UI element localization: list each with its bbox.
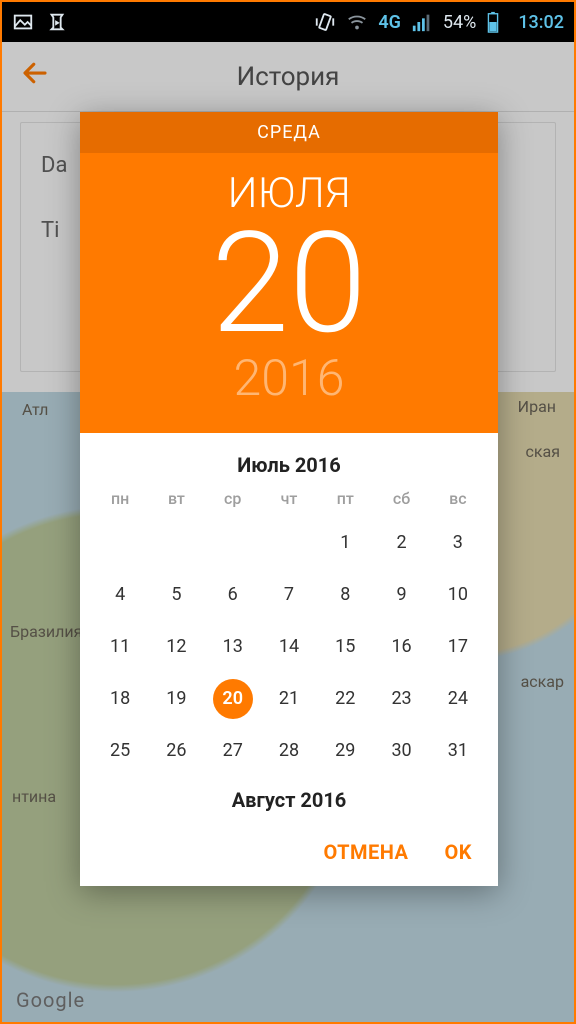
ok-button[interactable]: OK (444, 840, 472, 864)
calendar-day[interactable]: 17 (430, 630, 486, 664)
calendar-day[interactable]: 2 (373, 526, 429, 560)
date-picker-dialog: СРЕДА ИЮЛЯ 20 2016 Июль 2016 пнвтсрчтптс… (80, 112, 498, 886)
calendar-weekday: чт (261, 489, 317, 508)
wifi-icon (346, 11, 368, 33)
calendar-day[interactable]: 4 (92, 578, 148, 612)
calendar-day[interactable]: 1 (317, 526, 373, 560)
clock: 13:02 (518, 12, 564, 33)
datepicker-actions: ОТМЕНА OK (80, 822, 498, 886)
calendar-day[interactable]: 27 (205, 734, 261, 768)
playstore-icon (46, 11, 68, 33)
calendar-day[interactable]: 29 (317, 734, 373, 768)
calendar-day[interactable]: 14 (261, 630, 317, 664)
calendar-day[interactable]: 31 (430, 734, 486, 768)
calendar-day[interactable]: 20 (205, 682, 261, 716)
status-right: 4G 54% 13:02 (314, 11, 564, 33)
gallery-icon (12, 11, 34, 33)
datepicker-selected-header[interactable]: ИЮЛЯ 20 2016 (80, 153, 498, 433)
calendar-day[interactable]: 26 (148, 734, 204, 768)
calendar-day[interactable]: 13 (205, 630, 261, 664)
signal-icon (411, 11, 433, 33)
calendar-grid: пнвтсрчтптсбвс12345678910111213141516171… (92, 489, 486, 768)
calendar-day[interactable]: 12 (148, 630, 204, 664)
status-left (12, 11, 68, 33)
calendar-weekday: вс (430, 489, 486, 508)
calendar-next-month-title[interactable]: Август 2016 (92, 788, 486, 812)
calendar-weekday: ср (205, 489, 261, 508)
calendar-empty-cell (261, 526, 317, 560)
calendar-day[interactable]: 19 (148, 682, 204, 716)
calendar-weekday: пт (317, 489, 373, 508)
calendar-day[interactable]: 10 (430, 578, 486, 612)
network-type: 4G (378, 12, 401, 33)
calendar-day[interactable]: 28 (261, 734, 317, 768)
calendar-weekday: сб (373, 489, 429, 508)
calendar-month-title: Июль 2016 (92, 453, 486, 477)
datepicker-weekday-header: СРЕДА (80, 112, 498, 153)
calendar-day[interactable]: 7 (261, 578, 317, 612)
calendar-day[interactable]: 15 (317, 630, 373, 664)
calendar-weekday: вт (148, 489, 204, 508)
datepicker-selected-day: 20 (80, 214, 498, 354)
calendar-empty-cell (92, 526, 148, 560)
calendar-day[interactable]: 3 (430, 526, 486, 560)
calendar-day[interactable]: 11 (92, 630, 148, 664)
calendar-day[interactable]: 16 (373, 630, 429, 664)
calendar-day[interactable]: 23 (373, 682, 429, 716)
vibrate-icon (314, 11, 336, 33)
calendar-day[interactable]: 18 (92, 682, 148, 716)
battery-icon (486, 11, 508, 33)
calendar-day[interactable]: 24 (430, 682, 486, 716)
calendar-day[interactable]: 6 (205, 578, 261, 612)
cancel-button[interactable]: ОТМЕНА (323, 840, 408, 864)
calendar-day[interactable]: 9 (373, 578, 429, 612)
calendar-day[interactable]: 22 (317, 682, 373, 716)
calendar-day[interactable]: 5 (148, 578, 204, 612)
calendar-weekday: пн (92, 489, 148, 508)
status-bar: 4G 54% 13:02 (2, 2, 574, 42)
calendar-empty-cell (148, 526, 204, 560)
battery-percent: 54% (443, 12, 476, 33)
datepicker-body: Июль 2016 пнвтсрчтптсбвс1234567891011121… (80, 433, 498, 822)
calendar-day[interactable]: 8 (317, 578, 373, 612)
calendar-day[interactable]: 25 (92, 734, 148, 768)
calendar-day[interactable]: 30 (373, 734, 429, 768)
calendar-empty-cell (205, 526, 261, 560)
datepicker-selected-year[interactable]: 2016 (80, 350, 498, 408)
calendar-day[interactable]: 21 (261, 682, 317, 716)
